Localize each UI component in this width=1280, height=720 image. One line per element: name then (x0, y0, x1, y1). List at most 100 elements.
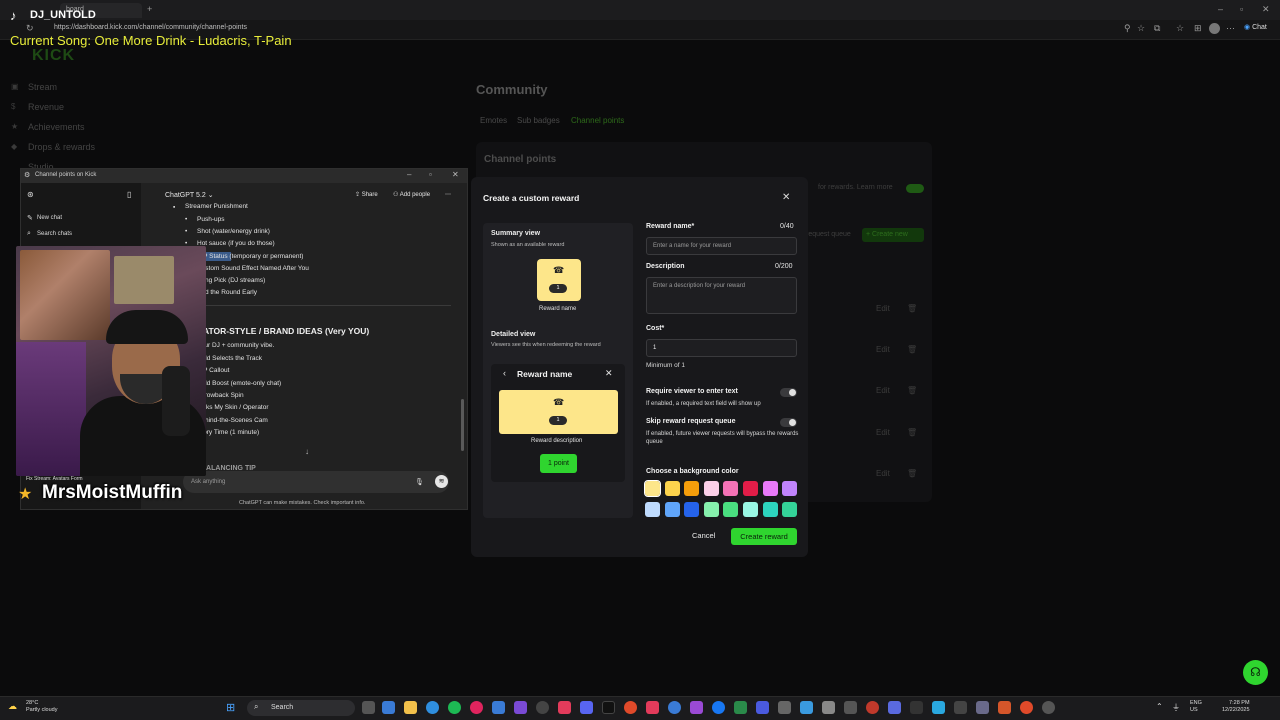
openai-icon[interactable]: ⊛ (27, 190, 34, 199)
help-chat-button[interactable]: ☊ (1243, 660, 1268, 685)
app-icon[interactable] (976, 701, 989, 714)
extensions-icon[interactable]: ⧉ (1154, 23, 1160, 34)
app-icon[interactable] (646, 701, 659, 714)
app-icon[interactable] (954, 701, 967, 714)
app-icon[interactable] (470, 701, 483, 714)
color-swatch[interactable] (743, 502, 758, 517)
edit-link[interactable]: Edit (876, 304, 890, 313)
nav-achievements[interactable]: Achievements (28, 122, 85, 132)
color-swatch[interactable] (644, 480, 661, 497)
copilot-app-icon[interactable] (382, 701, 395, 714)
color-swatch[interactable] (723, 481, 739, 496)
nav-drops-rewards[interactable]: Drops & rewards (28, 142, 95, 152)
chatgpt-app-icon[interactable] (1042, 701, 1055, 714)
chevron-up-icon[interactable]: ⌃ (1156, 702, 1163, 711)
share-button[interactable]: ⇪ Share (355, 191, 378, 198)
app-icon[interactable] (690, 701, 703, 714)
trash-icon[interactable]: 🗑 (907, 386, 917, 395)
tiktok-app-icon[interactable] (602, 701, 615, 714)
collections-icon[interactable]: ⊞ (1194, 23, 1202, 34)
scroll-down-icon[interactable]: ↓ (305, 447, 309, 456)
file-explorer-icon[interactable] (404, 701, 417, 714)
new-tab-icon[interactable]: + (147, 4, 152, 14)
color-swatch[interactable] (684, 502, 700, 517)
app-icon[interactable] (844, 701, 857, 714)
taskbar-search[interactable]: Search (247, 700, 355, 716)
tab-channel-points[interactable]: Channel points (571, 116, 624, 125)
edit-link[interactable]: Edit (876, 386, 890, 395)
nav-revenue[interactable]: Revenue (28, 102, 64, 112)
nav-stream[interactable]: Stream (28, 82, 57, 92)
tab-emotes[interactable]: Emotes (480, 116, 507, 125)
color-swatch[interactable] (762, 502, 778, 517)
opera-icon[interactable] (866, 701, 879, 714)
favorites-bar-icon[interactable]: ☆ (1176, 23, 1184, 34)
more-options-icon[interactable]: ⋯ (445, 191, 451, 198)
weather-icon[interactable]: ☁ (8, 701, 17, 712)
edit-link[interactable]: Edit (876, 345, 890, 354)
color-swatch[interactable] (684, 481, 700, 496)
skip-queue-toggle[interactable] (780, 418, 797, 427)
create-reward-button[interactable]: Create reward (731, 528, 797, 545)
language-indicator[interactable]: ENG US (1190, 700, 1202, 714)
create-new-button[interactable]: + Create new (862, 228, 924, 242)
color-swatch[interactable] (782, 502, 798, 517)
clock[interactable]: 7:28 PM 12/22/2025 (1222, 700, 1250, 714)
edit-link[interactable]: Edit (876, 428, 890, 437)
app-icon[interactable] (822, 701, 835, 714)
color-swatch[interactable] (664, 502, 680, 517)
minimize-icon[interactable]: – (407, 170, 411, 179)
url-field[interactable]: https://dashboard.kick.com/channel/commu… (54, 24, 247, 31)
edge-icon[interactable] (426, 701, 439, 714)
new-chat-item[interactable]: New chat (37, 215, 62, 221)
reward-name-input[interactable]: Enter a name for your reward (646, 237, 797, 255)
request-queue-link[interactable]: request queue (806, 231, 851, 238)
trash-icon[interactable]: 🗑 (907, 469, 917, 478)
app-icon[interactable] (558, 701, 571, 714)
app-icon[interactable] (492, 701, 505, 714)
color-swatch[interactable] (645, 502, 660, 517)
app-icon[interactable] (536, 701, 549, 714)
color-swatch[interactable] (664, 481, 680, 496)
discord-icon[interactable] (580, 701, 593, 714)
task-view-icon[interactable] (362, 701, 375, 714)
app-icon[interactable] (514, 701, 527, 714)
minimize-icon[interactable]: – (1218, 4, 1223, 14)
tab-sub-badges[interactable]: Sub badges (517, 116, 560, 125)
copilot-chat-button[interactable]: ◉ Chat (1244, 23, 1267, 31)
color-swatch[interactable] (743, 481, 758, 496)
close-icon[interactable]: ✕ (782, 192, 790, 203)
color-swatch[interactable] (703, 481, 719, 496)
channel-points-toggle[interactable] (906, 184, 924, 193)
read-aloud-icon[interactable]: ⚲ (1124, 23, 1131, 34)
windows-start-icon[interactable]: ⊞ (226, 701, 235, 714)
facebook-icon[interactable] (712, 701, 725, 714)
description-textarea[interactable]: Enter a description for your reward (646, 277, 797, 314)
app-icon[interactable] (756, 701, 769, 714)
maximize-icon[interactable]: ▫ (429, 170, 432, 179)
sidebar-toggle-icon[interactable]: ▯ (127, 190, 131, 199)
kick-logo[interactable]: KICK (32, 47, 75, 65)
app-icon[interactable] (800, 701, 813, 714)
voice-mode-button[interactable]: ≋ (435, 475, 448, 488)
require-text-toggle[interactable] (780, 388, 797, 397)
color-swatch[interactable] (723, 502, 739, 517)
app-icon[interactable] (734, 701, 747, 714)
trash-icon[interactable]: 🗑 (907, 304, 917, 313)
microphone-icon[interactable]: 🎙 (415, 478, 424, 486)
add-people-button[interactable]: ⚇ Add people (393, 191, 430, 198)
rewards-learn-more[interactable]: for rewards. Learn more (818, 184, 893, 191)
app-icon[interactable] (778, 701, 791, 714)
app-icon[interactable] (624, 701, 637, 714)
color-swatch[interactable] (762, 481, 778, 496)
trash-icon[interactable]: 🗑 (907, 345, 917, 354)
network-icon[interactable]: ⏚ (1172, 702, 1180, 713)
maximize-icon[interactable]: ▫ (1240, 4, 1243, 14)
app-icon[interactable] (668, 701, 681, 714)
brave-icon[interactable] (1020, 701, 1033, 714)
more-icon[interactable]: ⋯ (1226, 23, 1235, 34)
app-icon[interactable] (998, 701, 1011, 714)
search-chats-item[interactable]: Search chats (37, 231, 72, 237)
cost-input[interactable]: 1 (646, 339, 797, 357)
weather-widget[interactable]: 28°C Partly cloudy (26, 700, 58, 714)
